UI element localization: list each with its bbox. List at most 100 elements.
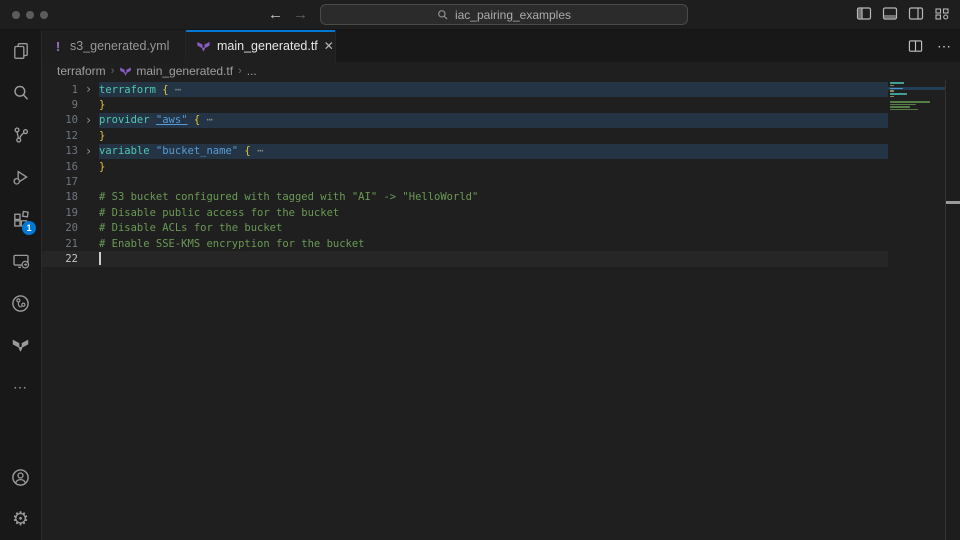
close-window-button[interactable] <box>12 11 20 19</box>
code-token: } <box>99 161 105 173</box>
code-line[interactable]: 22 <box>42 251 888 266</box>
code-token: # Disable public access for the bucket <box>99 207 339 219</box>
search-text: iac_pairing_examples <box>455 8 571 22</box>
code-line[interactable]: 21# Enable SSE-KMS encryption for the bu… <box>42 236 888 251</box>
sidebar-item-terraform[interactable] <box>0 324 41 366</box>
customize-layout-icon[interactable] <box>934 6 950 21</box>
editor: 1›terraform { ⋯9}10›provider "aws" { ⋯12… <box>42 80 960 540</box>
chevron-right-icon: › <box>111 65 115 77</box>
extensions-badge: 1 <box>22 221 36 235</box>
breadcrumb-symbol[interactable]: ... <box>247 64 257 78</box>
minimap-mark <box>890 93 907 95</box>
overview-ruler-scrollbar[interactable] <box>945 80 960 540</box>
minimap-mark <box>890 104 916 106</box>
code-token: ⋯ <box>200 114 213 126</box>
code-token: terraform <box>99 84 162 96</box>
close-tab-icon[interactable]: ✕ <box>324 39 334 53</box>
minimap-mark <box>890 82 904 84</box>
tab-label: s3_generated.yml <box>70 39 169 53</box>
explorer-files-icon <box>12 42 30 60</box>
line-number: 17 <box>42 176 78 188</box>
terraform-sidebar-icon <box>11 336 30 355</box>
line-number: 18 <box>42 191 78 203</box>
toggle-panel-icon[interactable] <box>882 6 898 21</box>
sidebar-item-gitlens[interactable] <box>0 282 41 324</box>
line-number: 10 <box>42 114 78 126</box>
breadcrumb-file-label: main_generated.tf <box>136 64 233 78</box>
sidebar-item-remote-explorer[interactable] <box>0 240 41 282</box>
line-number: 20 <box>42 222 78 234</box>
code-token: provider <box>99 114 156 126</box>
tab-bar: ! s3_generated.yml main_generated.tf ✕ <box>42 30 960 62</box>
line-number: 12 <box>42 130 78 142</box>
minimap-mark <box>890 109 918 111</box>
code-line[interactable]: 16} <box>42 159 888 174</box>
sidebar-item-search[interactable] <box>0 72 41 114</box>
code-line[interactable]: 10›provider "aws" { ⋯ <box>42 113 888 128</box>
sidebar-item-run-debug[interactable] <box>0 156 41 198</box>
toggle-sidebar-icon[interactable] <box>856 6 872 21</box>
terraform-file-icon <box>119 65 132 78</box>
breadcrumb-file[interactable]: main_generated.tf <box>119 64 233 78</box>
line-number: 22 <box>42 253 78 265</box>
command-center-search[interactable]: iac_pairing_examples <box>320 4 688 25</box>
code-token: "bucket_name" <box>156 145 238 157</box>
code-line[interactable]: 18# S3 bucket configured with tagged wit… <box>42 190 888 205</box>
sidebar-item-settings[interactable]: ⚙ <box>0 498 41 540</box>
remote-explorer-icon <box>12 252 30 270</box>
tab-main-generated-tf[interactable]: main_generated.tf ✕ <box>186 30 336 62</box>
code-token: "aws" <box>156 114 188 126</box>
window-controls <box>12 11 48 19</box>
sidebar-item-extensions[interactable]: 1 <box>0 198 41 240</box>
code-line[interactable]: 17 <box>42 174 888 189</box>
more-icon: ⋯ <box>13 379 28 396</box>
chevron-right-icon: › <box>238 65 242 77</box>
tab-label: main_generated.tf <box>217 39 318 53</box>
minimap-mark <box>890 106 910 108</box>
code-token: # Enable SSE-KMS encryption for the buck… <box>99 238 365 250</box>
sidebar-item-more[interactable]: ⋯ <box>0 366 41 408</box>
code-line[interactable]: 1›terraform { ⋯ <box>42 82 888 97</box>
forward-arrow-icon[interactable]: → <box>293 4 308 26</box>
account-icon <box>11 468 30 487</box>
minimap-mark <box>890 90 894 92</box>
fold-chevron-icon[interactable]: › <box>78 113 99 128</box>
code-line[interactable]: 20# Disable ACLs for the bucket <box>42 221 888 236</box>
line-number: 19 <box>42 207 78 219</box>
line-number: 9 <box>42 99 78 111</box>
split-editor-icon[interactable] <box>908 39 923 54</box>
fold-chevron-icon[interactable]: › <box>78 82 99 97</box>
minimap[interactable] <box>888 80 945 540</box>
zoom-window-button[interactable] <box>40 11 48 19</box>
tab-s3-generated-yml[interactable]: ! s3_generated.yml <box>42 30 186 62</box>
vscode-window: ← → iac_pairing_examples <box>0 0 960 540</box>
code-token: ⋯ <box>169 84 182 96</box>
breadcrumb-folder[interactable]: terraform <box>57 64 106 78</box>
code-line[interactable]: 9} <box>42 97 888 112</box>
yaml-file-icon: ! <box>52 39 64 54</box>
source-control-icon <box>12 126 30 144</box>
code-line[interactable]: 19 # Disable public access for the bucket <box>42 205 888 220</box>
terraform-file-icon <box>196 39 211 54</box>
activity-bar: 1 <box>0 30 42 540</box>
settings-gear-icon: ⚙ <box>12 508 29 531</box>
sidebar-item-accounts[interactable] <box>0 456 41 498</box>
fold-chevron-icon[interactable]: › <box>78 144 99 159</box>
code-token: ⋯ <box>251 145 264 157</box>
code-line[interactable]: 12} <box>42 128 888 143</box>
back-arrow-icon[interactable]: ← <box>268 4 283 26</box>
minimize-window-button[interactable] <box>26 11 34 19</box>
title-bar: ← → iac_pairing_examples <box>0 0 960 30</box>
minimap-mark <box>890 85 894 87</box>
overview-ruler-mark <box>946 201 960 204</box>
code-line[interactable]: 13›variable "bucket_name" { ⋯ <box>42 144 888 159</box>
sidebar-item-source-control[interactable] <box>0 114 41 156</box>
minimap-mark <box>890 96 894 98</box>
code-content[interactable]: 1›terraform { ⋯9}10›provider "aws" { ⋯12… <box>42 80 888 540</box>
toggle-secondary-sidebar-icon[interactable] <box>908 6 924 21</box>
editor-more-actions-icon[interactable]: ⋯ <box>937 38 952 55</box>
minimap-mark <box>890 101 930 103</box>
search-icon <box>437 9 449 21</box>
run-debug-icon <box>12 168 30 186</box>
sidebar-item-explorer[interactable] <box>0 30 41 72</box>
